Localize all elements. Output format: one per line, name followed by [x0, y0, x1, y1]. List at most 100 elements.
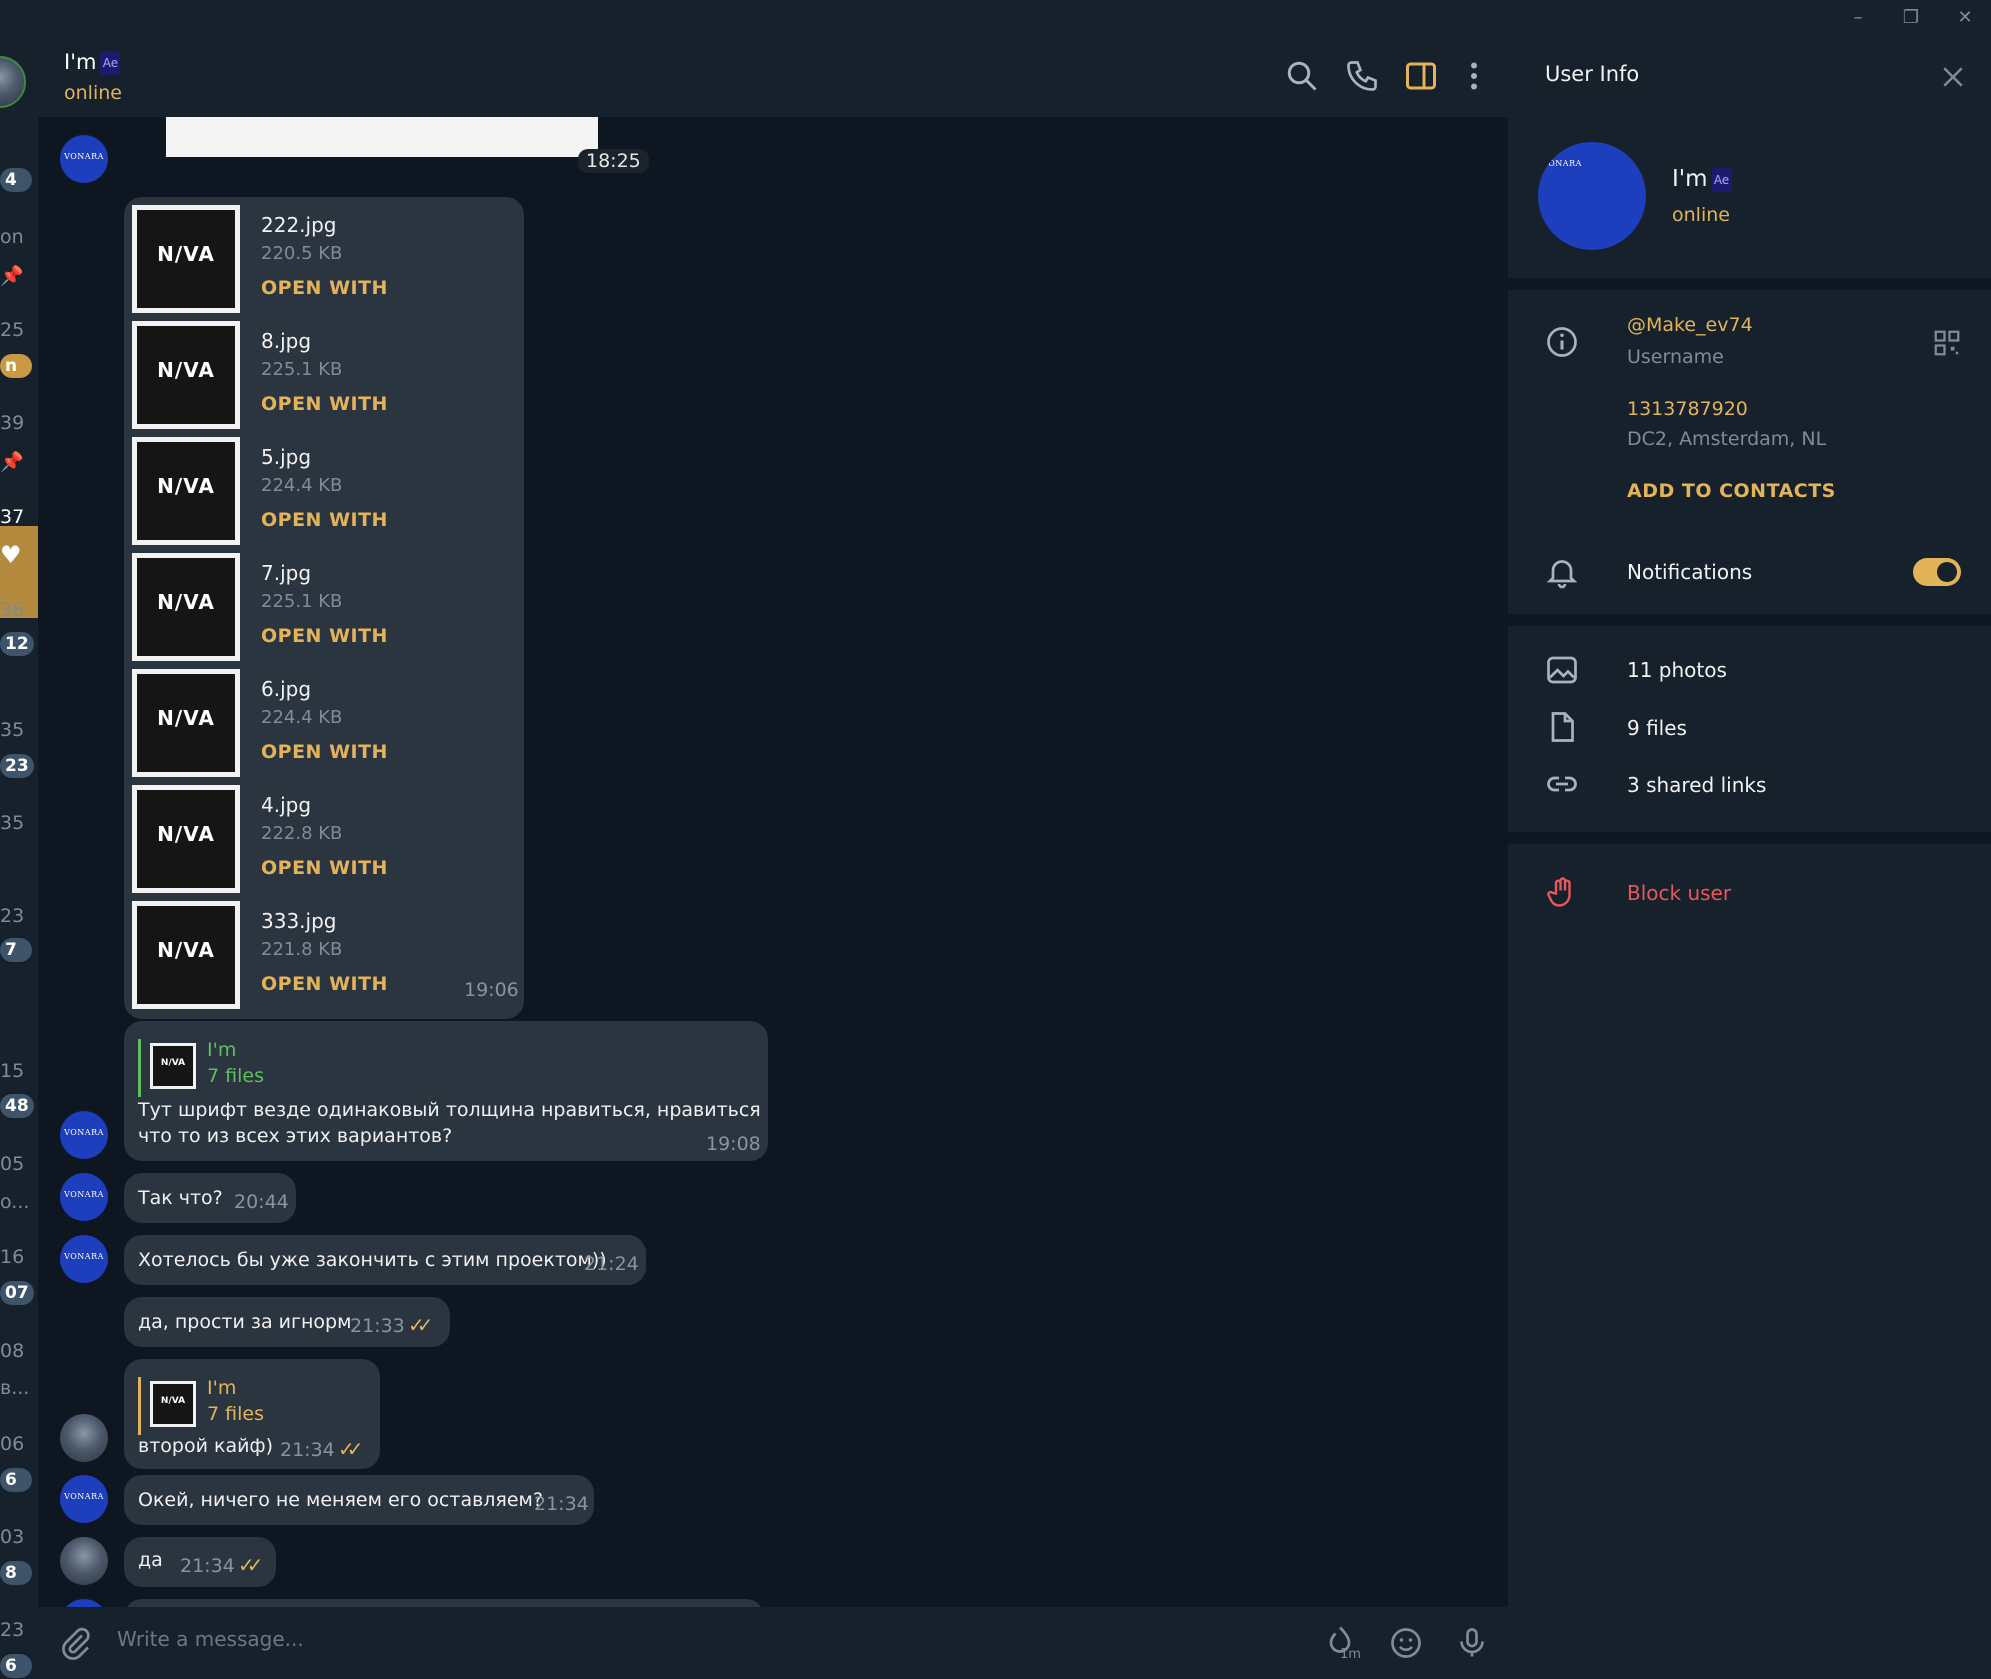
chat-list-strip[interactable]: 4 on 📌 25 n 39 📌 37 ♥ 36 12 35 23 35 23 …: [0, 36, 38, 1679]
chat-list-avatar[interactable]: [0, 56, 26, 108]
notifications-label: Notifications: [1627, 560, 1753, 584]
open-with-button[interactable]: OPEN WITH: [261, 393, 388, 415]
close-window-button[interactable]: ✕: [1945, 6, 1985, 30]
open-with-button[interactable]: OPEN WITH: [261, 277, 388, 299]
chat-list-time: 05: [0, 1153, 25, 1175]
chat-list-time: 23: [0, 905, 25, 927]
file-thumbnail[interactable]: [132, 321, 240, 429]
username-value[interactable]: @Make_ev74: [1627, 314, 1753, 336]
section-divider: [1508, 614, 1991, 626]
message-bubble[interactable]: [124, 1599, 764, 1607]
open-with-button[interactable]: OPEN WITH: [261, 857, 388, 879]
message-time: 19:08: [706, 1133, 761, 1155]
unread-badge: 07: [0, 1281, 34, 1305]
block-user-button[interactable]: Block user: [1627, 881, 1731, 905]
message-text: Тут шрифт везде одинаковый толщина нрави…: [138, 1099, 761, 1121]
reply-author: I'm: [207, 1039, 237, 1061]
chat-messages-area[interactable]: 18:25 222.jpg 220.5 KB OPEN WITH 8.jpg 2…: [38, 117, 1508, 1607]
message-time: 21:33: [350, 1315, 405, 1337]
file-size: 221.8 KB: [261, 939, 343, 960]
chat-list-preview: on: [0, 226, 24, 248]
file-name: 333.jpg: [261, 909, 337, 933]
shared-photos-link[interactable]: 11 photos: [1627, 658, 1727, 682]
read-checkmarks-icon: ✓✓: [408, 1313, 433, 1337]
chat-title-text: I'm: [64, 50, 97, 74]
open-with-button[interactable]: OPEN WITH: [261, 741, 388, 763]
file-thumbnail[interactable]: [132, 437, 240, 545]
file-size: 224.4 KB: [261, 707, 343, 728]
message-bubble[interactable]: Так что? 20:44: [124, 1173, 296, 1223]
file-thumbnail[interactable]: [132, 553, 240, 661]
chat-title[interactable]: I'm Ae: [64, 50, 121, 75]
contact-avatar[interactable]: [60, 1599, 108, 1607]
contact-avatar[interactable]: [60, 1475, 108, 1523]
file-size: 220.5 KB: [261, 243, 343, 264]
files-message-bubble[interactable]: 222.jpg 220.5 KB OPEN WITH 8.jpg 225.1 K…: [124, 197, 524, 1019]
timer-label: 1m: [1340, 1647, 1361, 1662]
chat-header[interactable]: I'm Ae online: [38, 36, 1508, 117]
file-size: 224.4 KB: [261, 475, 343, 496]
restore-button[interactable]: ❐: [1891, 6, 1931, 30]
outgoing-message-bubble[interactable]: да, прости за игнорм 21:33 ✓✓: [124, 1297, 450, 1347]
message-bubble[interactable]: Хотелось бы уже закончить с этим проекто…: [124, 1235, 646, 1285]
user-id[interactable]: 1313787920: [1627, 398, 1748, 420]
notifications-toggle[interactable]: [1913, 558, 1961, 586]
open-with-button[interactable]: OPEN WITH: [261, 973, 388, 995]
message-text: второй кайф): [138, 1435, 274, 1457]
file-name: 8.jpg: [261, 329, 312, 353]
open-with-button[interactable]: OPEN WITH: [261, 509, 388, 531]
emoji-icon[interactable]: [1388, 1625, 1424, 1661]
photos-icon: [1547, 656, 1577, 684]
section-divider: [1508, 832, 1991, 844]
open-with-button[interactable]: OPEN WITH: [261, 625, 388, 647]
message-input-bar[interactable]: Write a message... 1m: [38, 1607, 1508, 1679]
reply-message-bubble[interactable]: I'm 7 files Тут шрифт везде одинаковый т…: [124, 1021, 768, 1161]
message-text: Окей, ничего не меняем его оставляем?: [138, 1489, 543, 1511]
chat-list-time: 08: [0, 1340, 25, 1362]
microphone-icon[interactable]: [1454, 1625, 1490, 1661]
phone-icon[interactable]: [1344, 58, 1380, 94]
more-options-icon[interactable]: [1456, 58, 1492, 94]
username-label: Username: [1627, 346, 1724, 368]
search-icon[interactable]: [1284, 58, 1320, 94]
message-text: да, прости за игнорм: [138, 1311, 352, 1333]
bell-icon: [1546, 560, 1578, 589]
shared-files-link[interactable]: 9 files: [1627, 716, 1687, 740]
file-thumbnail[interactable]: [132, 205, 240, 313]
attach-icon[interactable]: [58, 1625, 94, 1661]
chat-list-time: 35: [0, 719, 25, 741]
image-message-preview[interactable]: [166, 117, 598, 157]
contact-avatar[interactable]: [60, 1235, 108, 1283]
qr-code-icon[interactable]: [1932, 328, 1962, 358]
message-input[interactable]: Write a message...: [117, 1627, 304, 1651]
reply-indicator: [138, 1039, 141, 1097]
heart-icon: ♥: [0, 541, 22, 569]
file-thumbnail[interactable]: [132, 901, 240, 1009]
close-icon[interactable]: [1938, 62, 1968, 92]
my-avatar[interactable]: [60, 1537, 108, 1585]
add-to-contacts-button[interactable]: ADD TO CONTACTS: [1627, 480, 1836, 502]
contact-avatar[interactable]: [60, 1111, 108, 1159]
sidebar-toggle-icon[interactable]: [1403, 58, 1439, 94]
message-text: да: [138, 1549, 163, 1571]
message-time: 20:44: [234, 1191, 289, 1213]
chat-list-time: 16: [0, 1246, 25, 1268]
file-name: 4.jpg: [261, 793, 312, 817]
message-time: 19:06: [464, 979, 519, 1001]
minimize-button[interactable]: –: [1838, 6, 1878, 30]
reply-subtitle: 7 files: [207, 1403, 264, 1425]
chat-list-preview: в...: [0, 1377, 30, 1399]
contact-avatar[interactable]: [60, 135, 108, 183]
shared-links-link[interactable]: 3 shared links: [1627, 773, 1766, 797]
pin-icon: 📌: [0, 265, 24, 287]
my-avatar[interactable]: [60, 1414, 108, 1462]
contact-avatar[interactable]: [60, 1173, 108, 1221]
file-thumbnail[interactable]: [132, 669, 240, 777]
profile-avatar[interactable]: [1538, 142, 1646, 250]
outgoing-reply-bubble[interactable]: I'm 7 files второй кайф) 21:34 ✓✓: [124, 1359, 380, 1469]
outgoing-message-bubble[interactable]: да 21:34 ✓✓: [124, 1537, 276, 1587]
file-size: 222.8 KB: [261, 823, 343, 844]
file-thumbnail[interactable]: [132, 785, 240, 893]
message-bubble[interactable]: Окей, ничего не меняем его оставляем? 21…: [124, 1475, 594, 1525]
profile-status: online: [1672, 204, 1730, 226]
